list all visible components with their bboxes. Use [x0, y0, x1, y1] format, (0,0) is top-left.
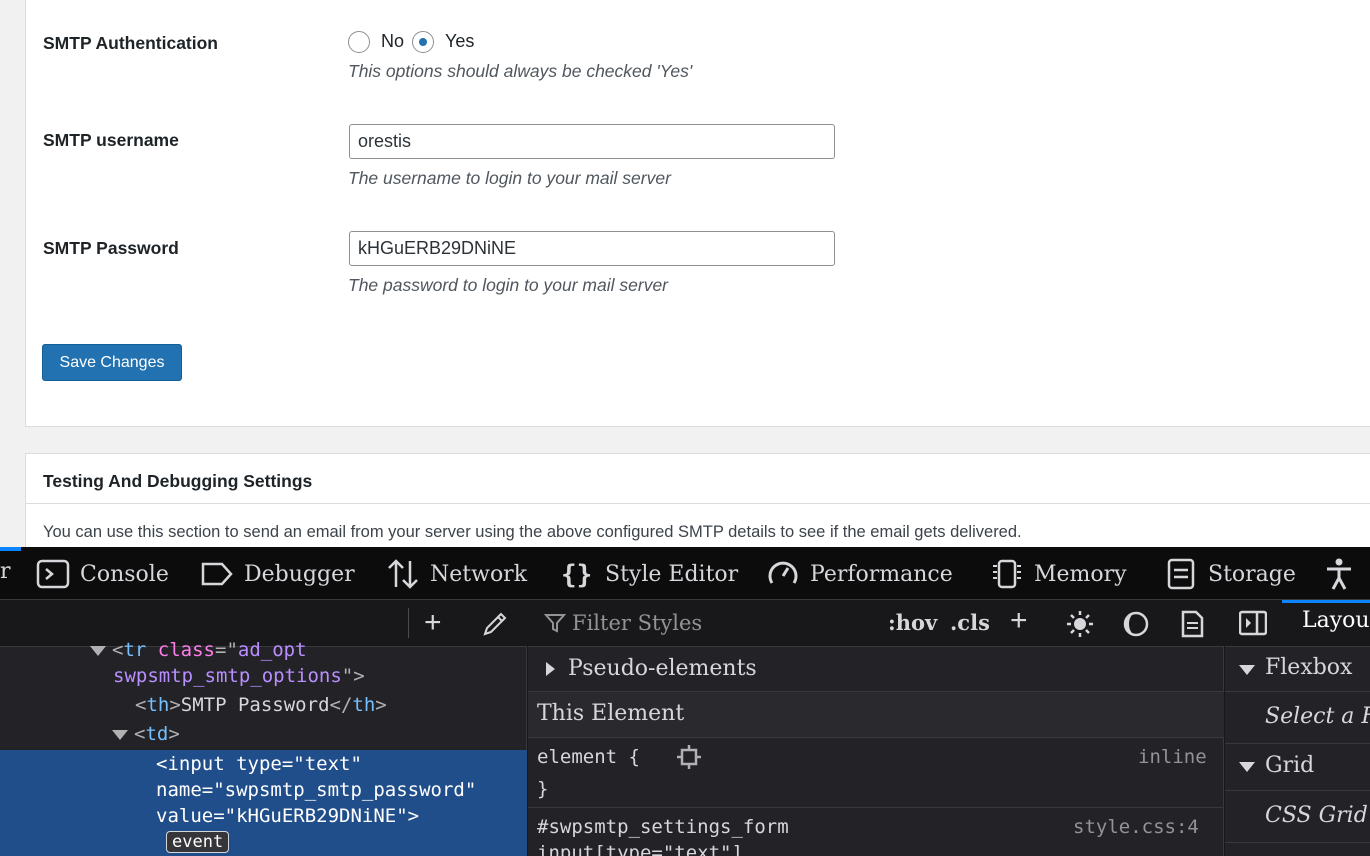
- tab-network-label: Network: [430, 561, 528, 587]
- filter-icon: [544, 614, 566, 633]
- form-input-rule-selector[interactable]: #swpsmtp_settings_form: [537, 816, 789, 838]
- smtp-auth-label: SMTP Authentication: [43, 33, 218, 53]
- smtp-auth-description: This options should always be checked 'Y…: [348, 61, 693, 81]
- selected-node-line-3: value="kHGuERB29DNiNE">: [156, 805, 420, 827]
- style-editor-icon: {}: [561, 560, 592, 590]
- this-element-label: This Element: [537, 701, 685, 726]
- smtp-password-input[interactable]: [349, 231, 835, 266]
- save-changes-button[interactable]: Save Changes: [42, 344, 182, 381]
- debugger-icon: [201, 562, 233, 586]
- tab-storage-label: Storage: [1208, 561, 1296, 587]
- selected-node-line-1: <input type="text": [156, 753, 362, 775]
- smtp-password-label: SMTP Password: [43, 238, 179, 258]
- smtp-username-description: The username to login to your mail serve…: [348, 168, 671, 188]
- devtools-panel: r Console Debugger Network {} Style Edit…: [0, 547, 1370, 856]
- element-rule-selector[interactable]: element {: [537, 746, 640, 768]
- tab-network[interactable]: Network: [386, 557, 527, 591]
- testing-divider: [26, 503, 1370, 504]
- svg-text:{}: {}: [561, 560, 592, 590]
- tab-storage[interactable]: Storage: [1164, 557, 1296, 591]
- tab-layout[interactable]: Layout: [1302, 608, 1370, 633]
- toolbar-separator: [408, 608, 409, 638]
- filter-styles-input[interactable]: [572, 608, 892, 638]
- smtp-username-label: SMTP username: [43, 130, 179, 150]
- class-toggle-button[interactable]: .cls: [950, 610, 990, 635]
- tab-style-editor[interactable]: {} Style Editor: [561, 557, 738, 591]
- tab-console-label: Console: [80, 561, 169, 587]
- grid-section-header[interactable]: Grid: [1225, 744, 1370, 791]
- light-theme-icon[interactable]: [1066, 610, 1094, 638]
- tab-style-editor-label: Style Editor: [605, 561, 739, 587]
- smtp-username-input[interactable]: [349, 124, 835, 159]
- element-rule-close: }: [537, 778, 549, 800]
- selected-node-line-2: name="swpsmtp_smtp_password": [156, 779, 477, 801]
- expand-toggle-icon[interactable]: [112, 729, 128, 740]
- tab-memory-label: Memory: [1034, 561, 1127, 587]
- testing-description: You can use this section to send an emai…: [43, 523, 1022, 541]
- pseudo-elements-label: Pseudo-elements: [568, 656, 757, 681]
- flexbox-hint: Select a Flex: [1265, 704, 1370, 729]
- collapse-arrow-icon[interactable]: [1239, 665, 1255, 675]
- hover-toggle-button[interactable]: :hov: [888, 610, 937, 635]
- smtp-auth-no-label[interactable]: No: [381, 31, 404, 52]
- smtp-auth-yes-radio[interactable]: [412, 31, 434, 53]
- element-rule-source: inline: [1138, 746, 1207, 768]
- selected-markup-node[interactable]: <input type="text" name="swpsmtp_smtp_pa…: [0, 750, 527, 856]
- rules-pane: :hov .cls + Pseudo-elements This Element…: [528, 600, 1224, 856]
- tab-inspector-partial[interactable]: r: [0, 559, 11, 584]
- tab-console[interactable]: Console: [36, 557, 169, 591]
- add-rule-icon[interactable]: +: [1010, 606, 1028, 636]
- testing-title: Testing And Debugging Settings: [43, 471, 313, 491]
- pseudo-elements-row[interactable]: Pseudo-elements: [528, 647, 1224, 692]
- smtp-auth-yes-label[interactable]: Yes: [445, 31, 474, 52]
- memory-icon: [993, 559, 1021, 589]
- dark-theme-icon[interactable]: [1122, 610, 1150, 638]
- layout-toolbar: Layout: [1225, 600, 1370, 647]
- grid-label: Grid: [1265, 753, 1315, 778]
- tab-debugger[interactable]: Debugger: [200, 557, 355, 591]
- this-element-header: This Element: [528, 692, 1224, 738]
- eyedropper-icon[interactable]: [481, 610, 509, 638]
- form-input-rule-source[interactable]: style.css:4: [1073, 816, 1199, 838]
- console-icon: [36, 559, 70, 589]
- collapse-arrow-icon[interactable]: [1239, 762, 1255, 772]
- flexbox-hint-row: Select a Flex: [1225, 692, 1370, 744]
- markup-node-th[interactable]: <th>SMTP Password</th>: [135, 694, 387, 716]
- smtp-password-description: The password to login to your mail serve…: [348, 275, 668, 295]
- smtp-auth-no-radio[interactable]: [348, 31, 370, 53]
- network-icon: [388, 559, 418, 589]
- flexbox-section-header[interactable]: Flexbox: [1225, 647, 1370, 692]
- tab-performance-label: Performance: [810, 561, 953, 587]
- devtools-toolbar: r Console Debugger Network {} Style Edit…: [0, 547, 1370, 600]
- print-media-icon[interactable]: [1178, 610, 1206, 638]
- expand-toggle-icon[interactable]: [90, 645, 106, 656]
- expand-arrow-icon[interactable]: [546, 662, 555, 676]
- grid-hint-row: CSS Grid is: [1225, 791, 1370, 843]
- element-rule: element { inline }: [528, 738, 1224, 808]
- layout-sidebar: Layout Flexbox Select a Flex Grid CSS Gr…: [1225, 600, 1370, 856]
- add-node-icon[interactable]: +: [424, 608, 442, 638]
- storage-icon: [1167, 558, 1195, 590]
- tab-accessibility[interactable]: [1322, 557, 1356, 591]
- form-input-rule: #swpsmtp_settings_form style.css:4 input…: [528, 808, 1224, 856]
- tab-performance[interactable]: Performance: [766, 557, 953, 591]
- event-badge[interactable]: event: [166, 831, 230, 853]
- node-highlight-icon[interactable]: [676, 744, 702, 770]
- form-input-rule-selector-cont[interactable]: input[type="text"]: [537, 842, 743, 856]
- markup-node-tr-cont: swpsmtp_smtp_options">: [113, 665, 365, 687]
- active-tab-indicator: [0, 547, 21, 551]
- layout-tab-indicator: [1282, 600, 1370, 603]
- markup-node-tr[interactable]: <tr class="ad_opt: [90, 639, 307, 661]
- smtp-settings-panel: [25, 0, 1370, 427]
- grid-hint: CSS Grid is: [1265, 803, 1370, 828]
- rules-toolbar: :hov .cls +: [528, 600, 1224, 647]
- flexbox-label: Flexbox: [1265, 655, 1353, 680]
- tab-debugger-label: Debugger: [244, 561, 355, 587]
- performance-icon: [768, 561, 798, 584]
- toggle-sidebar-icon[interactable]: [1239, 610, 1267, 636]
- markup-node-td[interactable]: <td>: [112, 723, 180, 745]
- accessibility-icon: [1327, 558, 1351, 590]
- tab-memory[interactable]: Memory: [990, 557, 1127, 591]
